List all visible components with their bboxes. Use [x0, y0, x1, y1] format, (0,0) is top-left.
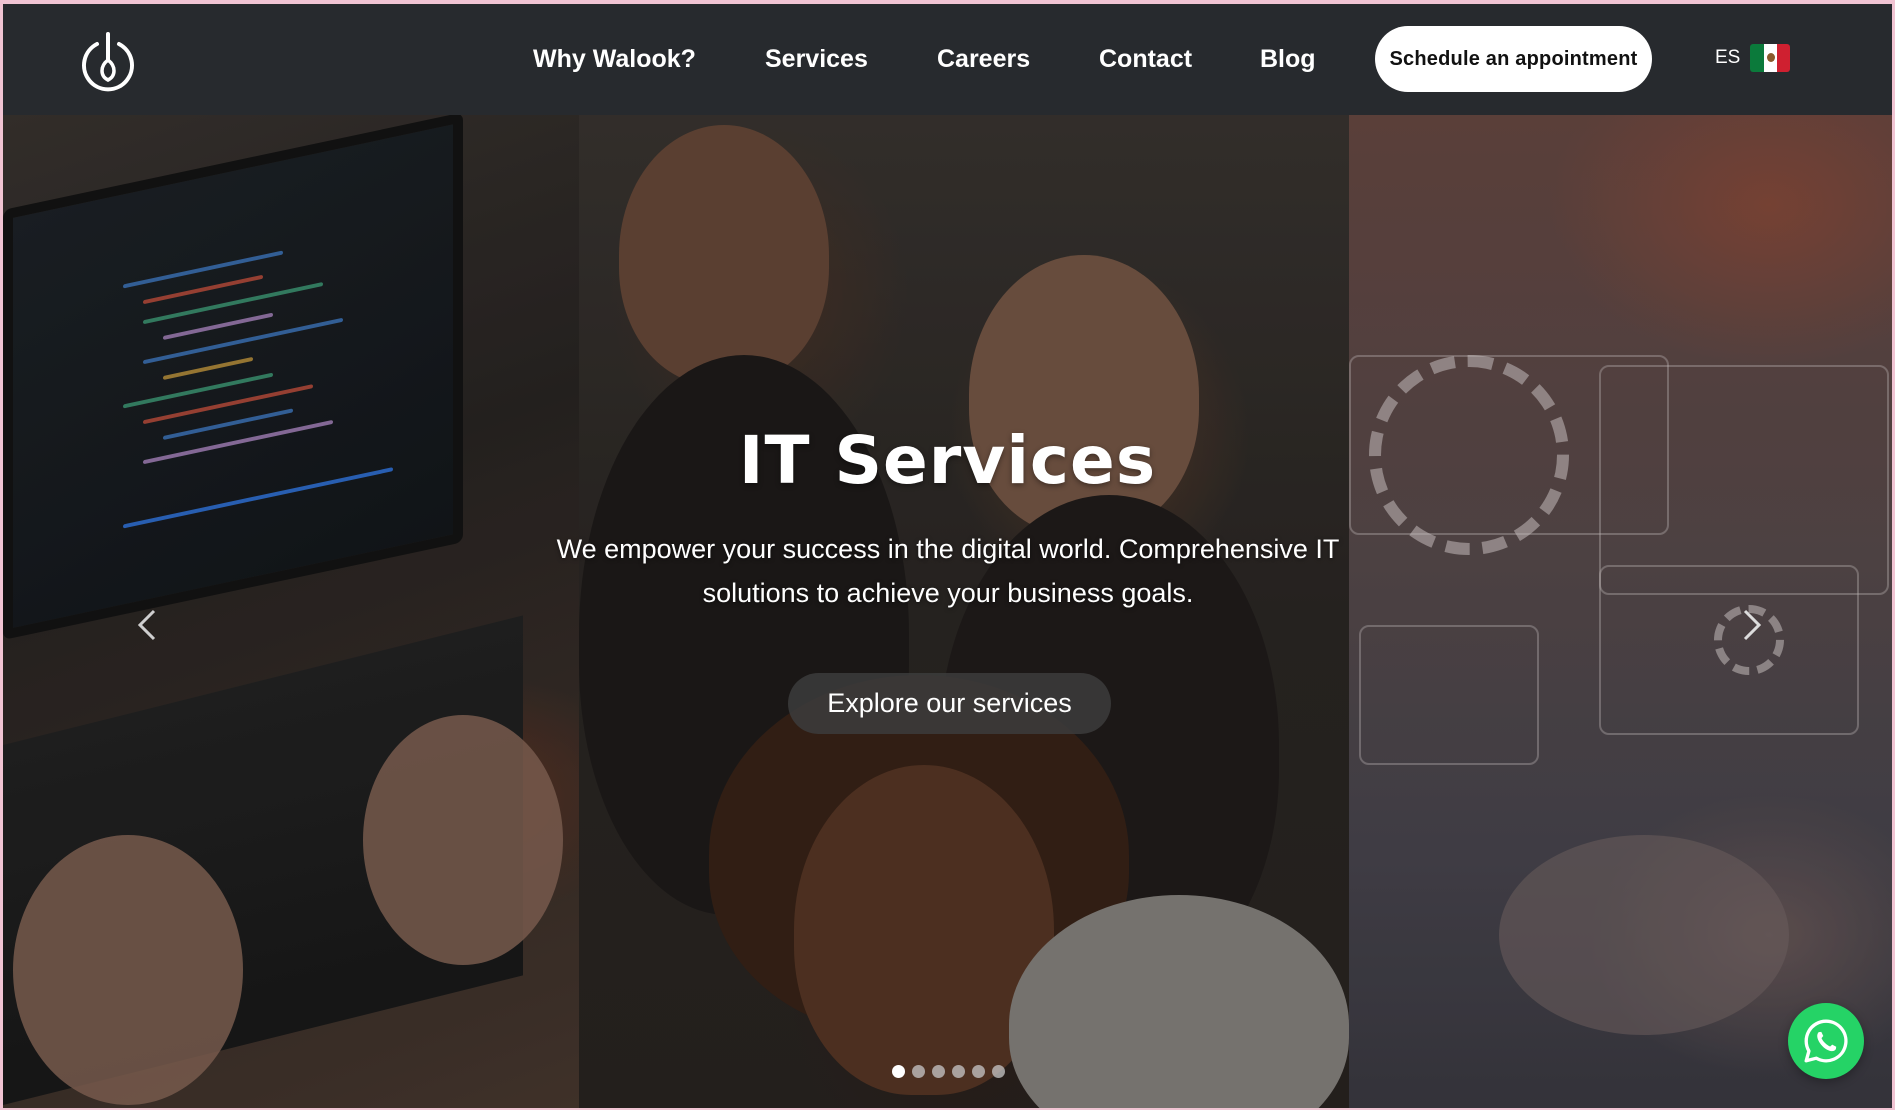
hero-carousel: IT Services We empower your success in t…	[3, 115, 1892, 1108]
carousel-next-button[interactable]	[1731, 595, 1771, 655]
hero-subtitle: We empower your success in the digital w…	[556, 534, 1340, 608]
carousel-dot-4[interactable]	[952, 1065, 965, 1078]
site-header: Why Walook? Services Careers Contact Blo…	[3, 4, 1892, 115]
nav-careers[interactable]: Careers	[937, 45, 1030, 74]
carousel-dot-1[interactable]	[892, 1065, 905, 1078]
schedule-appointment-button[interactable]: Schedule an appointment	[1375, 26, 1652, 92]
chevron-left-icon	[137, 609, 156, 641]
hero-title: IT Services	[738, 422, 1157, 499]
carousel-dot-2[interactable]	[912, 1065, 925, 1078]
carousel-dot-6[interactable]	[992, 1065, 1005, 1078]
carousel-dot-3[interactable]	[932, 1065, 945, 1078]
nav-contact[interactable]: Contact	[1099, 45, 1192, 74]
nav-why-walook[interactable]: Why Walook?	[533, 45, 696, 74]
nav-blog[interactable]: Blog	[1260, 45, 1316, 74]
chevron-right-icon	[1743, 609, 1762, 641]
carousel-prev-button[interactable]	[128, 595, 168, 655]
whatsapp-icon	[1804, 1019, 1848, 1063]
explore-services-button[interactable]: Explore our services	[788, 673, 1111, 734]
whatsapp-button[interactable]	[1788, 1003, 1864, 1079]
nav-services[interactable]: Services	[765, 45, 868, 74]
language-switcher[interactable]: ES	[1715, 44, 1791, 72]
carousel-dot-5[interactable]	[972, 1065, 985, 1078]
language-code: ES	[1715, 47, 1741, 68]
mexico-flag-icon	[1750, 44, 1791, 72]
page-frame: Why Walook? Services Careers Contact Blo…	[3, 4, 1892, 1108]
